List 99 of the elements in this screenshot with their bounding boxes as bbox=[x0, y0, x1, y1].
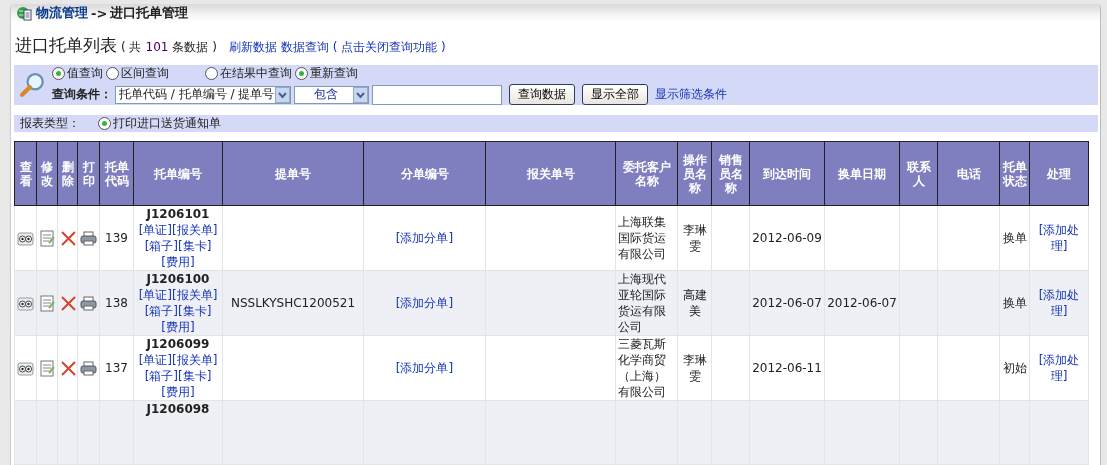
record-count: 101 bbox=[145, 40, 169, 54]
order-link[interactable]: [集卡] bbox=[178, 303, 212, 319]
query-button[interactable]: 查询数据 bbox=[509, 84, 575, 105]
table-cell: 李琳雯 bbox=[682, 353, 707, 383]
radio-option[interactable]: 值查询 bbox=[52, 65, 103, 82]
order-link[interactable]: [箱子] bbox=[144, 368, 178, 384]
notepad-icon[interactable] bbox=[39, 229, 56, 247]
column-header: 删除 bbox=[57, 141, 78, 206]
table-cell: 2012-06-07 bbox=[827, 296, 897, 310]
table-cell: 换单 bbox=[1002, 296, 1027, 310]
caret-icon bbox=[275, 86, 290, 103]
breadcrumb-separator: -> bbox=[91, 5, 108, 21]
column-header: 联系人 bbox=[899, 141, 938, 206]
order-link[interactable]: [单证] bbox=[138, 287, 172, 303]
eyes-icon[interactable] bbox=[17, 229, 34, 247]
printer-icon[interactable] bbox=[80, 229, 97, 247]
radio-button[interactable] bbox=[205, 67, 218, 80]
radio-button[interactable] bbox=[295, 67, 308, 80]
page-title: 进口托单列表 bbox=[15, 34, 117, 57]
caret-icon bbox=[353, 86, 368, 103]
breadcrumb-link[interactable]: 物流管理 bbox=[36, 4, 88, 22]
field-dropdown[interactable]: 托单代码 / 托单编号 / 提单号 bbox=[115, 85, 291, 104]
radio-button[interactable] bbox=[52, 67, 65, 80]
order-link[interactable]: [单证] bbox=[138, 352, 172, 368]
column-header: 托单编号 bbox=[133, 141, 223, 206]
table-cell: NSSLKYSHC1200521 bbox=[230, 296, 356, 310]
add-sub-order-link[interactable]: [添加分单] bbox=[395, 361, 454, 375]
order-number: J1206101 bbox=[144, 206, 211, 222]
report-type-label: 报表类型： bbox=[20, 115, 80, 132]
condition-label: 查询条件： bbox=[52, 86, 112, 103]
order-link[interactable]: [箱子] bbox=[144, 238, 178, 254]
column-header: 销售员名称 bbox=[711, 141, 750, 206]
column-header: 电话 bbox=[937, 141, 1000, 206]
order-link[interactable]: [费用] bbox=[161, 319, 195, 335]
table-cell: 上海现代亚轮国际货运有限公司 bbox=[618, 272, 666, 334]
column-header: 提单号 bbox=[222, 141, 364, 206]
table-cell: 三菱瓦斯化学商贸（上海）有限公司 bbox=[618, 337, 666, 399]
header-link[interactable]: 数据查询 ( 点击关闭查询功能 ) bbox=[280, 39, 446, 56]
column-header: 分单编号 bbox=[363, 141, 486, 206]
radio-option[interactable]: 打印进口送货通知单 bbox=[98, 115, 221, 132]
column-header: 修改 bbox=[36, 141, 58, 206]
query-button[interactable]: 显示全部 bbox=[582, 84, 648, 105]
radio-button[interactable] bbox=[106, 67, 119, 80]
column-header: 托单代码 bbox=[99, 141, 134, 206]
printer-icon[interactable] bbox=[80, 359, 97, 377]
operator-dropdown[interactable]: 包含 bbox=[294, 85, 369, 104]
order-link[interactable]: [报关单] bbox=[172, 287, 218, 303]
eyes-icon[interactable] bbox=[17, 294, 34, 312]
radio-option[interactable]: 重新查询 bbox=[295, 65, 358, 82]
count-suffix: 条数据 ) bbox=[172, 39, 217, 56]
order-number: J1206099 bbox=[144, 336, 211, 352]
table-cell: 2012-06-09 bbox=[752, 231, 822, 245]
eyes-icon[interactable] bbox=[17, 359, 34, 377]
count-prefix: ( 共 bbox=[121, 39, 142, 56]
query-input-field[interactable] bbox=[372, 84, 502, 105]
order-link[interactable]: [集卡] bbox=[178, 238, 212, 254]
table-cell: 2012-06-11 bbox=[752, 361, 822, 375]
order-link[interactable]: [报关单] bbox=[172, 352, 218, 368]
order-link[interactable]: [费用] bbox=[161, 384, 195, 400]
search-icon bbox=[20, 72, 46, 98]
notepad-icon[interactable] bbox=[39, 359, 56, 377]
add-sub-order-link[interactable]: [添加分单] bbox=[395, 296, 454, 310]
column-header: 操作员名称 bbox=[677, 141, 712, 206]
table-cell: 初始 bbox=[1002, 361, 1027, 375]
order-number: J1206100 bbox=[144, 271, 211, 287]
table-cell: 139 bbox=[105, 231, 128, 245]
radio-option[interactable]: 在结果中查询 bbox=[205, 65, 292, 82]
delete-icon[interactable] bbox=[60, 294, 77, 312]
table-cell: 2012-06-07 bbox=[752, 296, 822, 310]
radio-option[interactable]: 区间查询 bbox=[106, 65, 169, 82]
order-link[interactable]: [费用] bbox=[161, 254, 195, 270]
column-header: 查看 bbox=[14, 141, 37, 206]
printer-icon[interactable] bbox=[80, 294, 97, 312]
column-header: 委托客户名称 bbox=[615, 141, 678, 206]
table-cell: 换单 bbox=[1002, 231, 1027, 245]
breadcrumb-current: 进口托单管理 bbox=[110, 4, 189, 22]
table-cell: 高建美 bbox=[682, 288, 707, 318]
column-header: 托单状态 bbox=[999, 141, 1030, 206]
table-cell: 138 bbox=[105, 296, 128, 310]
add-sub-order-link[interactable]: [添加分单] bbox=[395, 231, 454, 245]
order-link[interactable]: [单证] bbox=[138, 222, 172, 238]
delete-icon[interactable] bbox=[60, 229, 77, 247]
table-cell: 李琳雯 bbox=[682, 223, 707, 253]
order-link[interactable]: [报关单] bbox=[172, 222, 218, 238]
column-header: 换单日期 bbox=[824, 141, 900, 206]
delete-icon[interactable] bbox=[60, 359, 77, 377]
notepad-icon[interactable] bbox=[39, 294, 56, 312]
column-header: 打印 bbox=[77, 141, 100, 206]
column-header: 到达时间 bbox=[749, 141, 825, 206]
order-number: J1206098 bbox=[144, 401, 211, 417]
radio-button[interactable] bbox=[98, 117, 111, 130]
filter-link[interactable]: 显示筛选条件 bbox=[655, 86, 727, 103]
order-link[interactable]: [箱子] bbox=[144, 303, 178, 319]
order-link[interactable]: [集卡] bbox=[178, 368, 212, 384]
header-link[interactable]: 刷新数据 bbox=[228, 39, 277, 56]
column-header: 报关单号 bbox=[485, 141, 616, 206]
table-cell: 上海联集国际货运有限公司 bbox=[618, 215, 666, 261]
table-cell: 137 bbox=[105, 361, 128, 375]
column-header: 处理 bbox=[1029, 141, 1089, 206]
